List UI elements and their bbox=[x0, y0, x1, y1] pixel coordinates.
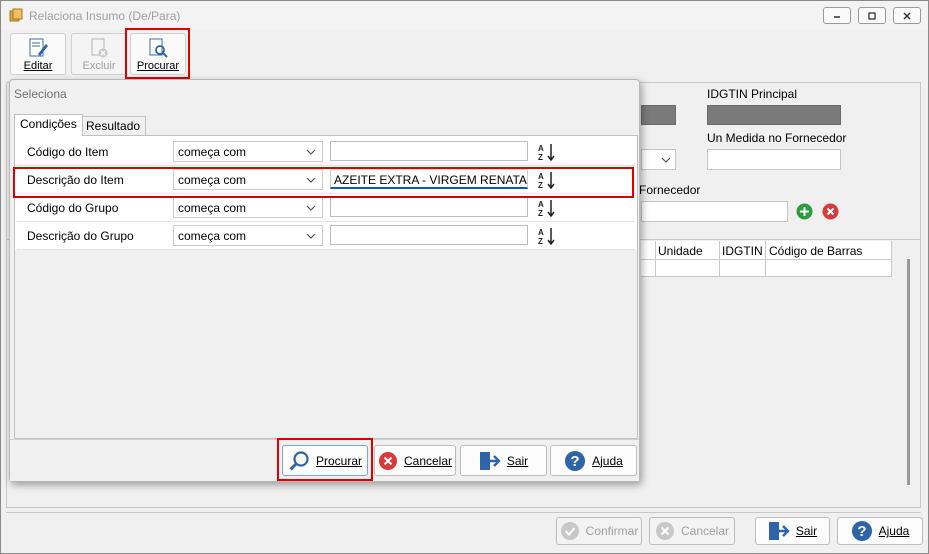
sort-az-icon[interactable]: AZ bbox=[537, 198, 557, 218]
close-button[interactable] bbox=[893, 7, 921, 24]
chevron-down-icon bbox=[306, 149, 316, 155]
exit-icon bbox=[768, 522, 790, 540]
grid-row-sep bbox=[641, 259, 892, 260]
svg-text:A: A bbox=[538, 200, 544, 209]
tab-resultado[interactable]: Resultado bbox=[80, 116, 147, 136]
tab-condicoes[interactable]: Condições bbox=[14, 114, 83, 136]
ajuda-main-label: Ajuda bbox=[878, 524, 910, 538]
restore-icon bbox=[868, 11, 876, 20]
svg-text:A: A bbox=[538, 228, 544, 237]
chevron-down-icon bbox=[306, 233, 316, 239]
grid-header-unidade: Unidade bbox=[658, 244, 703, 258]
dialog-title: Seleciona bbox=[14, 87, 67, 101]
cancelar-dialog-button[interactable]: Cancelar bbox=[374, 445, 456, 476]
sair-main-button[interactable]: Sair bbox=[755, 517, 830, 545]
sair-dialog-button[interactable]: Sair bbox=[460, 445, 547, 476]
highlight-procurar-dialog bbox=[277, 438, 373, 481]
sair-dialog-label: Sair bbox=[506, 453, 529, 468]
svg-text:Z: Z bbox=[538, 153, 543, 162]
condition-row: Código do Grupo começa com AZ bbox=[17, 194, 635, 222]
condition-select[interactable]: começa com bbox=[173, 141, 323, 162]
chevron-down-icon bbox=[306, 205, 316, 211]
highlight-toolbar-procurar bbox=[125, 28, 190, 79]
help-icon: ? bbox=[565, 450, 586, 471]
grid-col-sep bbox=[891, 241, 892, 277]
un-medida-field[interactable] bbox=[707, 149, 841, 170]
app-icon bbox=[9, 8, 23, 22]
confirmar-button[interactable]: Confirmar bbox=[556, 517, 642, 545]
footer-divider bbox=[6, 512, 921, 513]
condition-value: começa com bbox=[178, 201, 247, 215]
ajuda-main-button[interactable]: ? Ajuda bbox=[837, 517, 923, 545]
highlight-descricao-row bbox=[13, 167, 634, 198]
remove-icon[interactable] bbox=[821, 202, 840, 221]
condition-row: Descrição do Grupo começa com AZ bbox=[17, 222, 635, 250]
grid-row-sep bbox=[641, 276, 892, 277]
editar-label: Editar bbox=[23, 60, 53, 72]
combo-hidden[interactable] bbox=[641, 149, 676, 170]
cancelar-dialog-label: Cancelar bbox=[403, 453, 453, 468]
add-icon[interactable] bbox=[795, 202, 814, 221]
cancel-icon bbox=[655, 522, 674, 540]
fornecedor-field[interactable] bbox=[641, 201, 788, 222]
help-icon: ? bbox=[851, 521, 872, 541]
confirmar-label: Confirmar bbox=[585, 524, 639, 538]
field-dark-1 bbox=[641, 105, 676, 125]
condition-value: começa com bbox=[178, 229, 247, 243]
minimize-icon bbox=[834, 15, 840, 18]
close-icon bbox=[903, 11, 911, 20]
restore-button[interactable] bbox=[858, 7, 886, 24]
vertical-scrollbar[interactable] bbox=[907, 259, 910, 485]
fornecedor-label: Fornecedor bbox=[639, 183, 701, 197]
cancel-icon bbox=[378, 451, 397, 470]
ajuda-dialog-button[interactable]: ? Ajuda bbox=[550, 445, 637, 476]
delete-doc-icon bbox=[91, 38, 108, 58]
condition-value: começa com bbox=[178, 145, 247, 159]
svg-text:Z: Z bbox=[538, 237, 543, 246]
window-title: Relaciona Insumo (De/Para) bbox=[29, 9, 181, 23]
grid-header-idgtin: IDGTIN bbox=[722, 244, 763, 258]
row-label: Código do Item bbox=[27, 145, 109, 159]
sair-main-label: Sair bbox=[795, 524, 818, 538]
chevron-down-icon bbox=[661, 157, 671, 163]
svg-text:A: A bbox=[538, 144, 544, 153]
sort-az-icon[interactable]: AZ bbox=[537, 226, 557, 246]
idgtin-principal-label: IDGTIN Principal bbox=[707, 87, 798, 101]
condition-select[interactable]: começa com bbox=[173, 197, 323, 218]
exit-icon bbox=[479, 451, 501, 470]
value-input[interactable] bbox=[330, 225, 528, 245]
condition-row: Código do Item começa com AZ bbox=[17, 138, 635, 166]
un-medida-label: Un Medida no Fornecedor bbox=[707, 131, 847, 145]
editar-button[interactable]: Editar bbox=[10, 33, 66, 75]
minimize-button[interactable] bbox=[823, 7, 851, 24]
svg-text:Z: Z bbox=[538, 209, 543, 218]
row-label: Código do Grupo bbox=[27, 201, 119, 215]
seleciona-dialog: Seleciona Condições Resultado Código do … bbox=[9, 79, 640, 482]
condition-select[interactable]: começa com bbox=[173, 225, 323, 246]
value-input[interactable] bbox=[330, 197, 528, 217]
svg-text:?: ? bbox=[857, 523, 866, 540]
title-bar: Relaciona Insumo (De/Para) bbox=[1, 1, 928, 29]
row-label: Descrição do Grupo bbox=[27, 229, 134, 243]
grid-header-codigo-barras: Código de Barras bbox=[769, 244, 863, 258]
cancelar-main-button[interactable]: Cancelar bbox=[649, 517, 735, 545]
ajuda-dialog-label: Ajuda bbox=[592, 453, 623, 468]
excluir-button[interactable]: Excluir bbox=[71, 33, 127, 75]
empty-area bbox=[15, 250, 637, 438]
excluir-label: Excluir bbox=[82, 60, 116, 72]
idgtin-principal-field bbox=[707, 105, 841, 125]
value-input[interactable] bbox=[330, 141, 528, 161]
check-icon bbox=[560, 522, 579, 540]
svg-text:?: ? bbox=[571, 453, 580, 470]
cancelar-main-label: Cancelar bbox=[680, 524, 730, 538]
sort-az-icon[interactable]: AZ bbox=[537, 142, 557, 162]
edit-icon bbox=[29, 38, 48, 57]
